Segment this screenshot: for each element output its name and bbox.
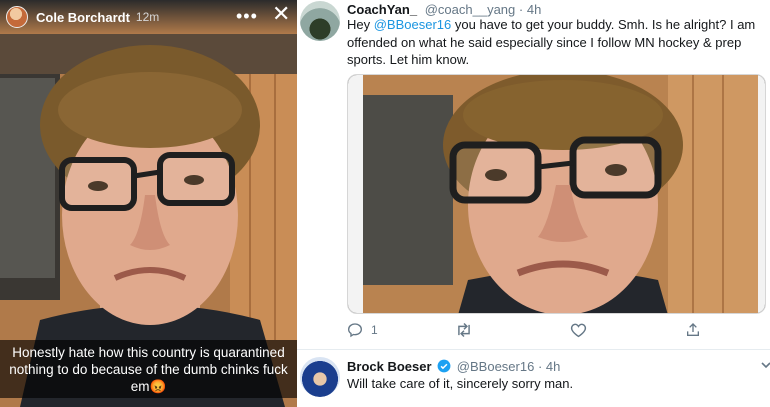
story-avatar[interactable]: [6, 6, 28, 28]
tweet-text: Hey @BBoeser16 you have to get your budd…: [347, 16, 767, 69]
tweet-time[interactable]: 4h: [546, 359, 560, 374]
heart-icon: [570, 323, 587, 338]
reply-button[interactable]: 1: [347, 322, 378, 338]
like-button[interactable]: [570, 322, 587, 338]
display-name[interactable]: Brock Boeser: [347, 359, 432, 374]
story-username[interactable]: Cole Borchardt: [36, 10, 130, 25]
verified-badge-icon: [437, 359, 451, 373]
tweet-photo: [348, 75, 765, 313]
user-handle[interactable]: @coach__yang: [425, 2, 516, 17]
user-handle[interactable]: @BBoeser16: [457, 359, 535, 374]
share-button[interactable]: [685, 322, 701, 338]
tweet-header: CoachYan_ @coach__yang · 4h: [347, 2, 541, 17]
tweet-actions: 1: [347, 322, 767, 340]
story-panel: Cole Borchardt 12m ••• ✕ Honestly hate h…: [0, 0, 297, 407]
reply-icon: [347, 323, 363, 338]
tweet-coachyan: CoachYan_ @coach__yang · 4h Hey @BBoeser…: [297, 0, 770, 350]
tweet-text-prefix: Hey: [347, 17, 374, 32]
tweet-text: Will take care of it, sincerely sorry ma…: [347, 376, 574, 391]
tweet-media-image[interactable]: [347, 74, 766, 314]
story-caption: Honestly hate how this country is quaran…: [0, 340, 297, 398]
retweet-button[interactable]: [455, 322, 473, 338]
mention-link[interactable]: @BBoeser16: [374, 17, 452, 32]
story-timestamp: 12m: [135, 10, 160, 24]
chevron-down-icon[interactable]: [761, 361, 770, 369]
tweet-time[interactable]: 4h: [527, 2, 541, 17]
more-options-icon[interactable]: •••: [236, 6, 258, 27]
tweet-thread: CoachYan_ @coach__yang · 4h Hey @BBoeser…: [297, 0, 770, 407]
separator-dot: ·: [537, 359, 543, 374]
close-icon[interactable]: ✕: [272, 3, 290, 25]
reply-count: 1: [371, 323, 378, 337]
tweet-header: Brock Boeser @BBoeser16 · 4h: [347, 359, 560, 374]
display-name[interactable]: CoachYan_: [347, 2, 417, 17]
separator-dot: ·: [518, 2, 524, 17]
avatar-brockboeser[interactable]: [300, 357, 340, 397]
avatar-coachyan[interactable]: [300, 1, 340, 41]
share-icon: [687, 323, 699, 336]
retweet-icon: [458, 322, 470, 338]
